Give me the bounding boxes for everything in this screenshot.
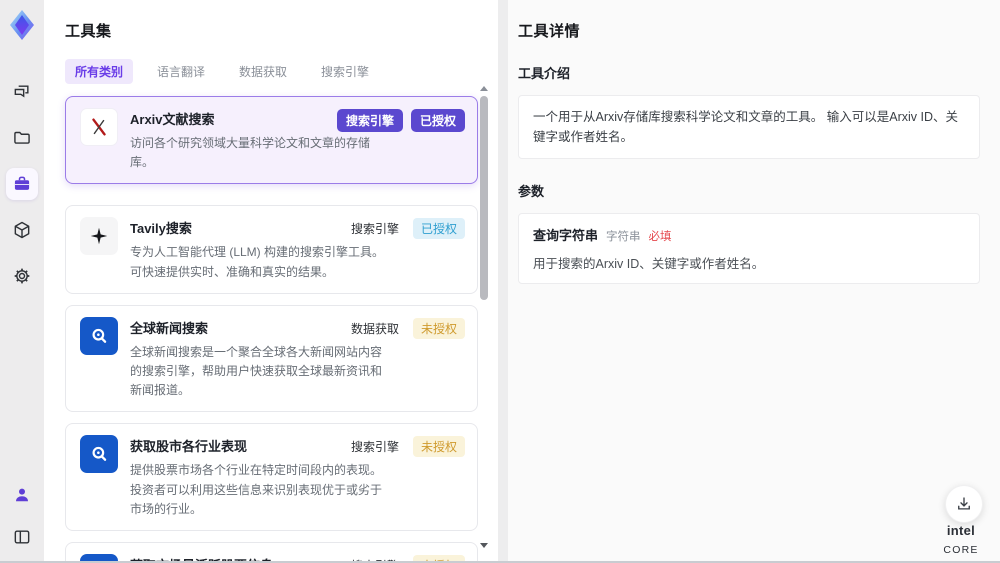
tab-language-translation[interactable]: 语言翻译	[147, 59, 215, 84]
param-card: 查询字符串 字符串 必填 用于搜索的Arxiv ID、关键字或作者姓名。	[518, 213, 980, 284]
scroll-up-icon[interactable]	[480, 86, 488, 91]
tool-card-arxiv[interactable]: Arxiv文献搜索 访问各个研究领域大量科学论文和文章的存储库。 搜索引擎 已授…	[65, 96, 478, 185]
tool-card-global-news[interactable]: 全球新闻搜索 全球新闻搜索是一个聚合全球各大新闻网站内容的搜索引擎，帮助用户快速…	[65, 304, 478, 413]
tool-card-desc: 提供股票市场各个行业在特定时间段内的表现。投资者可以利用这些信息来识别表现优于或…	[130, 463, 383, 516]
app-logo-icon	[10, 10, 34, 40]
core-wordmark: CORE	[943, 544, 979, 556]
chat-icon	[14, 85, 29, 98]
param-name: 查询字符串	[533, 228, 599, 243]
category-badge: 搜索引擎	[336, 109, 403, 132]
status-badge: 已授权	[412, 218, 465, 240]
intro-heading: 工具介绍	[518, 66, 571, 81]
category-tabs: 所有类别 语言翻译 数据获取 搜索引擎	[65, 59, 478, 84]
layout-panel-icon	[14, 530, 30, 544]
download-button[interactable]	[945, 485, 983, 523]
tab-search-engine[interactable]: 搜索引擎	[311, 59, 379, 84]
sidebar-item-toolbox[interactable]	[6, 168, 38, 200]
sidebar-item-panel-toggle[interactable]	[6, 521, 38, 553]
scrollbar-thumb[interactable]	[480, 96, 488, 300]
tool-card-desc: 专为人工智能代理 (LLM) 构建的搜索引擎工具。可快速提供实时、准确和真实的结…	[130, 245, 385, 279]
cube-icon	[14, 221, 30, 239]
sidebar-item-files[interactable]	[6, 122, 38, 154]
tab-data-acquisition[interactable]: 数据获取	[229, 59, 297, 84]
tool-card-tavily[interactable]: Tavily搜索 专为人工智能代理 (LLM) 构建的搜索引擎工具。可快速提供实…	[65, 205, 478, 294]
juhe-search-icon	[80, 435, 118, 474]
tool-card-sector-performance[interactable]: 获取股市各行业表现 提供股票市场各个行业在特定时间段内的表现。投资者可以利用这些…	[65, 423, 478, 531]
list-scrollbar[interactable]	[479, 86, 489, 548]
status-badge: 未授权	[412, 436, 465, 458]
category-label: 搜索引擎	[350, 440, 399, 455]
sidebar	[0, 0, 44, 561]
folder-icon	[14, 131, 30, 144]
param-desc: 用于搜索的Arxiv ID、关键字或作者姓名。	[533, 257, 765, 271]
sidebar-nav	[6, 76, 38, 292]
tavily-star-icon	[80, 217, 118, 256]
status-badge: 未授权	[412, 317, 465, 339]
params-heading: 参数	[518, 184, 545, 199]
intro-text: 一个用于从Arxiv存储库搜索科学论文和文章的工具。 输入可以是Arxiv ID…	[533, 110, 959, 144]
scroll-down-icon[interactable]	[480, 543, 488, 548]
sidebar-item-settings[interactable]	[6, 260, 38, 292]
tool-card-active-stocks[interactable]: 获取市场最活跃股票信息 提供当天交易量最高的股票列表，投资者可以利用这些信息来识…	[65, 541, 478, 561]
param-type: 字符串	[606, 231, 641, 243]
gear-icon	[14, 268, 30, 284]
tab-all-categories[interactable]: 所有类别	[65, 59, 134, 84]
app-window: 工具集 所有类别 语言翻译 数据获取 搜索引擎 Arxiv文献搜索 访问各个研究…	[0, 0, 1000, 563]
arxiv-logo-icon	[80, 108, 118, 146]
category-label: 搜索引擎	[350, 222, 399, 237]
sidebar-item-chat[interactable]	[6, 76, 38, 108]
sidebar-item-user[interactable]	[6, 479, 38, 511]
detail-title: 工具详情	[518, 23, 581, 40]
panel-divider	[498, 0, 508, 561]
param-required-badge: 必填	[648, 231, 672, 243]
category-label: 数据获取	[350, 321, 399, 336]
status-badge: 已授权	[410, 109, 465, 132]
tool-card-desc: 全球新闻搜索是一个聚合全球各大新闻网站内容的搜索引擎，帮助用户快速获取全球最新资…	[130, 344, 383, 398]
page-title: 工具集	[65, 23, 112, 40]
tool-card-desc: 访问各个研究领域大量科学论文和文章的存储库。	[130, 136, 371, 170]
sidebar-bottom	[6, 479, 38, 553]
intel-core-logo: intel CORE	[930, 522, 992, 561]
briefcase-icon	[14, 176, 30, 190]
intro-card: 一个用于从Arxiv存储库搜索科学论文和文章的工具。 输入可以是Arxiv ID…	[518, 95, 980, 159]
tool-card-list: Arxiv文献搜索 访问各个研究领域大量科学论文和文章的存储库。 搜索引擎 已授…	[65, 96, 478, 561]
user-icon	[16, 488, 28, 502]
status-badge: 未授权	[412, 554, 465, 561]
download-icon	[958, 497, 970, 510]
sidebar-item-packages[interactable]	[6, 214, 38, 246]
tool-detail-panel: 工具详情 工具介绍 一个用于从Arxiv存储库搜索科学论文和文章的工具。 输入可…	[508, 0, 1000, 561]
intel-wordmark: intel	[946, 523, 976, 538]
juhe-search-icon	[80, 553, 118, 561]
juhe-search-icon	[80, 316, 118, 355]
category-label: 搜索引擎	[351, 557, 399, 561]
tool-list-panel: 工具集 所有类别 语言翻译 数据获取 搜索引擎 Arxiv文献搜索 访问各个研究…	[44, 0, 498, 561]
